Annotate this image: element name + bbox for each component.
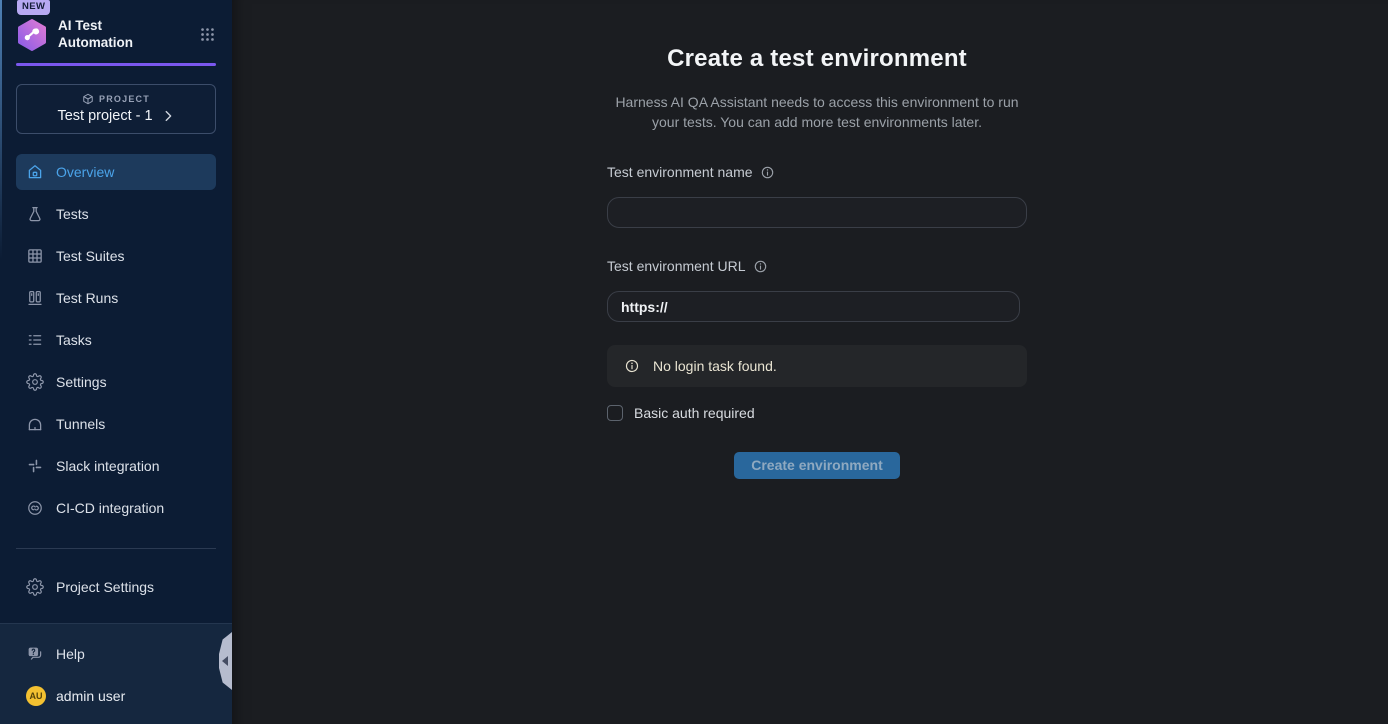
gear-icon [26, 578, 44, 596]
slack-icon [26, 457, 44, 475]
sidebar-item-label: Tunnels [56, 416, 105, 432]
new-badge: NEW [17, 0, 50, 15]
user-name: admin user [56, 688, 125, 704]
help-chat-icon [26, 645, 44, 663]
sidebar-item-project-settings[interactable]: Project Settings [16, 569, 216, 605]
user-menu[interactable]: AU admin user [16, 680, 216, 712]
basic-auth-row: Basic auth required [607, 405, 1027, 421]
sidebar-item-cicd-integration[interactable]: CI-CD integration [16, 490, 216, 526]
sidebar-item-test-runs[interactable]: Test Runs [16, 280, 216, 316]
tunnel-icon [26, 415, 44, 433]
environment-name-input[interactable] [607, 197, 1027, 228]
sidebar-nav: Overview Tests Test Suites [0, 154, 232, 611]
login-task-notice: No login task found. [607, 345, 1027, 387]
sidebar-item-label: CI-CD integration [56, 500, 164, 516]
avatar: AU [26, 686, 46, 706]
name-field-label: Test environment name [607, 164, 753, 180]
app-logo-icon [16, 19, 48, 51]
sidebar-footer: Help AU admin user [0, 623, 232, 724]
nav-divider [16, 548, 216, 549]
sidebar-item-label: Slack integration [56, 458, 160, 474]
brand-accent-divider [16, 63, 216, 66]
main-content: Create a test environment Harness AI QA … [232, 0, 1388, 724]
cube-icon [82, 93, 94, 105]
home-icon [26, 163, 44, 181]
columns-icon [26, 289, 44, 307]
help-label: Help [56, 646, 85, 662]
page-subtitle: Harness AI QA Assistant needs to access … [607, 92, 1027, 132]
sidebar: NEW AI Test Automation [0, 0, 232, 724]
create-environment-button[interactable]: Create environment [734, 452, 899, 479]
basic-auth-label: Basic auth required [634, 405, 755, 421]
sidebar-item-settings[interactable]: Settings [16, 364, 216, 400]
flask-icon [26, 205, 44, 223]
gear-icon [26, 373, 44, 391]
sidebar-item-test-suites[interactable]: Test Suites [16, 238, 216, 274]
sidebar-item-label: Settings [56, 374, 107, 390]
sidebar-item-label: Overview [56, 164, 114, 180]
name-field-label-row: Test environment name [607, 164, 1027, 180]
project-kicker: PROJECT [82, 93, 150, 105]
info-icon[interactable] [753, 259, 768, 274]
project-label: PROJECT [99, 94, 150, 104]
sidebar-item-tests[interactable]: Tests [16, 196, 216, 232]
table-grid-icon [26, 247, 44, 265]
environment-url-input[interactable] [607, 291, 1020, 322]
sidebar-item-overview[interactable]: Overview [16, 154, 216, 190]
basic-auth-checkbox[interactable] [607, 405, 623, 421]
url-field-label-row: Test environment URL [607, 258, 1027, 274]
url-field-label: Test environment URL [607, 258, 746, 274]
app-title: AI Test Automation [58, 18, 133, 52]
chevron-right-icon [161, 109, 175, 123]
apps-grid-icon[interactable] [199, 26, 216, 43]
sidebar-item-label: Test Suites [56, 248, 124, 264]
project-name: Test project - 1 [57, 108, 152, 124]
project-selector[interactable]: PROJECT Test project - 1 [16, 84, 216, 134]
sidebar-item-label: Project Settings [56, 579, 154, 595]
sidebar-item-tasks[interactable]: Tasks [16, 322, 216, 358]
login-task-notice-text: No login task found. [653, 358, 777, 374]
sidebar-item-slack-integration[interactable]: Slack integration [16, 448, 216, 484]
list-icon [26, 331, 44, 349]
create-environment-form: Test environment name Test environment U… [607, 164, 1027, 479]
help-button[interactable]: Help [16, 636, 216, 672]
window-edge-highlight [0, 0, 2, 260]
info-icon [624, 358, 640, 374]
link-circle-icon [26, 499, 44, 517]
sidebar-item-tunnels[interactable]: Tunnels [16, 406, 216, 442]
sidebar-item-label: Tasks [56, 332, 92, 348]
info-icon[interactable] [760, 165, 775, 180]
page-title: Create a test environment [607, 45, 1027, 73]
sidebar-item-label: Tests [56, 206, 89, 222]
sidebar-item-label: Test Runs [56, 290, 118, 306]
